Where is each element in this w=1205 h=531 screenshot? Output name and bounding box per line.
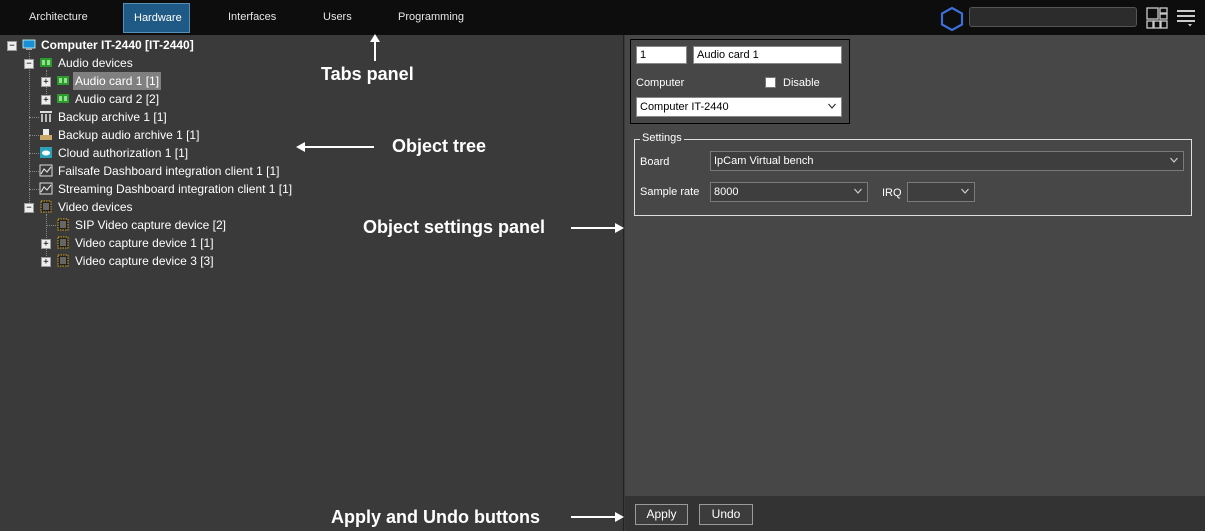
- tree-item-video-capture-1[interactable]: + Video capture device 1 [1]: [41, 234, 291, 252]
- tree-item-backup-audio-archive[interactable]: Backup audio archive 1 [1]: [24, 126, 274, 144]
- object-name-field[interactable]: Audio card 1: [693, 46, 842, 64]
- annotation-object-tree: Object tree: [392, 136, 487, 156]
- tree-item-audio-devices[interactable]: − Audio devices: [24, 54, 224, 72]
- audio-card-icon: [57, 76, 69, 85]
- tree-item-label: Audio card 1 [1]: [73, 72, 162, 90]
- video-devices-icon: [40, 200, 52, 213]
- collapse-icon[interactable]: −: [24, 59, 34, 69]
- disable-checkbox[interactable]: [765, 77, 776, 88]
- tree-item-label: Cloud authorization 1 [1]: [58, 146, 189, 160]
- tree-item-video-capture-3[interactable]: + Video capture device 3 [3]: [41, 252, 291, 270]
- backup-audio-archive-icon: [40, 129, 52, 140]
- tree-item-backup-archive[interactable]: Backup archive 1 [1]: [24, 108, 274, 126]
- irq-label: IRQ: [882, 187, 902, 199]
- apply-button[interactable]: Apply: [635, 504, 688, 525]
- chevron-down-icon: [828, 103, 836, 109]
- sample-rate-label: Sample rate: [640, 186, 700, 198]
- undo-button[interactable]: Undo: [699, 504, 753, 525]
- layout-grid-icon[interactable]: [1146, 7, 1168, 29]
- expand-icon[interactable]: +: [41, 257, 51, 267]
- video-capture-icon: [57, 236, 69, 249]
- expand-icon[interactable]: +: [41, 95, 51, 105]
- tab-hardware[interactable]: Hardware: [123, 3, 190, 33]
- arrow-right-icon: [571, 512, 624, 522]
- expand-icon[interactable]: +: [41, 239, 51, 249]
- tree-item-label: Video capture device 1 [1]: [75, 236, 214, 250]
- chevron-down-icon: [854, 188, 862, 194]
- tree-item-label: SIP Video capture device [2]: [75, 218, 226, 232]
- chevron-down-icon: [1170, 157, 1178, 163]
- computer-select[interactable]: Computer IT-2440: [636, 97, 842, 117]
- object-id-field[interactable]: 1: [636, 46, 687, 64]
- tree-item-label: Audio card 2 [2]: [75, 92, 160, 106]
- settings-group-title: Settings: [640, 132, 684, 144]
- video-capture-icon: [57, 254, 69, 267]
- collapse-icon[interactable]: −: [7, 41, 17, 51]
- board-select-value: IpCam Virtual bench: [714, 155, 814, 167]
- tree-item-audio-card-1[interactable]: + Audio card 1 [1]: [41, 72, 241, 90]
- board-select[interactable]: IpCam Virtual bench: [710, 151, 1184, 171]
- hexagon-logo-icon[interactable]: [939, 6, 965, 32]
- annotation-tabs-panel: Tabs panel: [321, 64, 414, 84]
- board-label: Board: [640, 156, 670, 168]
- tree-item-audio-card-2[interactable]: + Audio card 2 [2]: [41, 90, 241, 108]
- annotation-apply-undo: Apply and Undo buttons: [331, 507, 540, 527]
- tree-item-streaming-dashboard[interactable]: Streaming Dashboard integration client 1…: [24, 180, 324, 198]
- expand-icon[interactable]: +: [41, 77, 51, 87]
- dashboard-integration-icon: [39, 182, 53, 195]
- tree-item-label: Backup audio archive 1 [1]: [58, 128, 200, 142]
- disable-label: Disable: [783, 77, 820, 89]
- irq-select[interactable]: [907, 182, 975, 202]
- tree-item-failsafe-dashboard[interactable]: Failsafe Dashboard integration client 1 …: [24, 162, 324, 180]
- tab-interfaces[interactable]: Interfaces: [218, 3, 286, 33]
- tree-item-label: Streaming Dashboard integration client 1…: [58, 182, 293, 196]
- tabs-bar: Architecture Hardware Interfaces Users P…: [0, 0, 1205, 35]
- tree-item-sip-video-capture[interactable]: SIP Video capture device [2]: [41, 216, 291, 234]
- collapse-icon[interactable]: −: [24, 203, 34, 213]
- search-input[interactable]: [969, 7, 1137, 27]
- tree-item-label: Video capture device 3 [3]: [75, 254, 214, 268]
- tree-item-label: Failsafe Dashboard integration client 1 …: [58, 164, 280, 178]
- arrow-up-icon: [370, 34, 380, 61]
- arrow-left-icon: [296, 142, 374, 152]
- tree-item-label: Video devices: [58, 200, 133, 214]
- tree-item-video-devices[interactable]: − Video devices: [24, 198, 224, 216]
- arrow-right-icon: [571, 223, 624, 233]
- audio-card-icon: [57, 94, 69, 103]
- annotation-object-settings-panel: Object settings panel: [363, 217, 546, 237]
- tree-item-label: Audio devices: [58, 56, 133, 70]
- computer-icon: [22, 39, 36, 50]
- audio-devices-icon: [40, 58, 52, 67]
- tree-item-cloud-authorization[interactable]: Cloud authorization 1 [1]: [24, 144, 274, 162]
- tree-root[interactable]: − Computer IT-2440 [IT-2440]: [7, 36, 307, 54]
- menu-icon[interactable]: [1176, 9, 1196, 27]
- tab-programming[interactable]: Programming: [388, 3, 474, 33]
- tab-architecture[interactable]: Architecture: [19, 3, 98, 33]
- chevron-down-icon: [961, 188, 969, 194]
- backup-archive-icon: [40, 111, 52, 122]
- tree-item-label: Backup archive 1 [1]: [58, 110, 167, 124]
- tree-root-label: Computer IT-2440 [IT-2440]: [41, 38, 194, 52]
- video-capture-icon: [57, 218, 69, 231]
- dashboard-integration-icon: [39, 164, 53, 177]
- sample-rate-select-value: 8000: [714, 186, 739, 198]
- computer-label: Computer: [636, 77, 685, 89]
- computer-select-value: Computer IT-2440: [640, 101, 729, 113]
- tab-users[interactable]: Users: [313, 3, 362, 33]
- cloud-authorization-icon: [40, 147, 52, 158]
- sample-rate-select[interactable]: 8000: [710, 182, 868, 202]
